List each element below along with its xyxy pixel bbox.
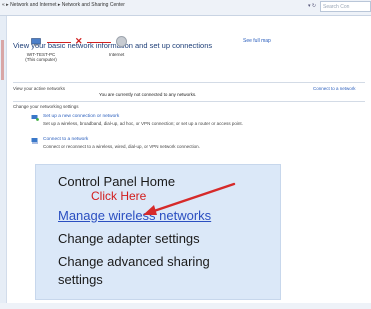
left-pane-accent: [1, 40, 4, 80]
active-networks-label: View your active networks: [13, 86, 65, 91]
connection-line: [47, 42, 71, 43]
change-advanced-sharing-link-line2[interactable]: settings: [58, 272, 103, 287]
divider: [13, 82, 365, 83]
status-bar: [0, 303, 371, 309]
connection-line: [87, 42, 111, 43]
breadcrumb[interactable]: « ▸ Network and Internet ▸ Network and S…: [2, 2, 125, 8]
change-settings-label: Change your networking settings: [13, 104, 79, 109]
setup-connection-desc: Set up a wireless, broadband, dial-up, a…: [43, 121, 243, 126]
left-pane: [0, 16, 7, 306]
control-panel-home-link[interactable]: Control Panel Home: [58, 174, 175, 189]
divider: [13, 101, 365, 102]
network-sharing-center-window: « ▸ Network and Internet ▸ Network and S…: [0, 0, 371, 309]
address-bar: « ▸ Network and Internet ▸ Network and S…: [0, 0, 371, 16]
change-adapter-settings-link[interactable]: Change adapter settings: [58, 231, 200, 246]
new-connection-icon: [31, 115, 39, 121]
manage-wireless-networks-link[interactable]: Manage wireless networks: [58, 208, 211, 223]
disconnected-x-icon: ✕: [75, 36, 83, 46]
internet-label: Internet: [109, 52, 125, 57]
internet-globe-icon: [116, 36, 127, 47]
refresh-icon[interactable]: ▾ ↻: [306, 1, 318, 12]
connect-network-desc: Connect or reconnect to a wireless, wire…: [43, 144, 200, 149]
not-connected-text: You are currently not connected to any n…: [99, 92, 197, 97]
see-full-map-link[interactable]: See full map: [243, 38, 271, 44]
click-here-annotation: Click Here: [91, 189, 147, 203]
setup-connection-link[interactable]: Set up a new connection or network: [43, 114, 119, 119]
change-advanced-sharing-link-line1[interactable]: Change advanced sharing: [58, 254, 210, 269]
computer-sub-label: (This computer): [25, 57, 57, 62]
connect-network-icon: [31, 138, 38, 144]
connect-to-network-link[interactable]: Connect to a network: [313, 86, 356, 91]
connect-network-link[interactable]: Connect to a network: [43, 137, 88, 142]
search-input[interactable]: Search Con: [320, 1, 371, 12]
left-pane-zoom-callout: Control Panel Home Manage wireless netwo…: [35, 164, 281, 300]
network-map: ✕ WIT-TEST-PC (This computer) Internet: [13, 36, 153, 66]
computer-icon: [31, 38, 41, 46]
